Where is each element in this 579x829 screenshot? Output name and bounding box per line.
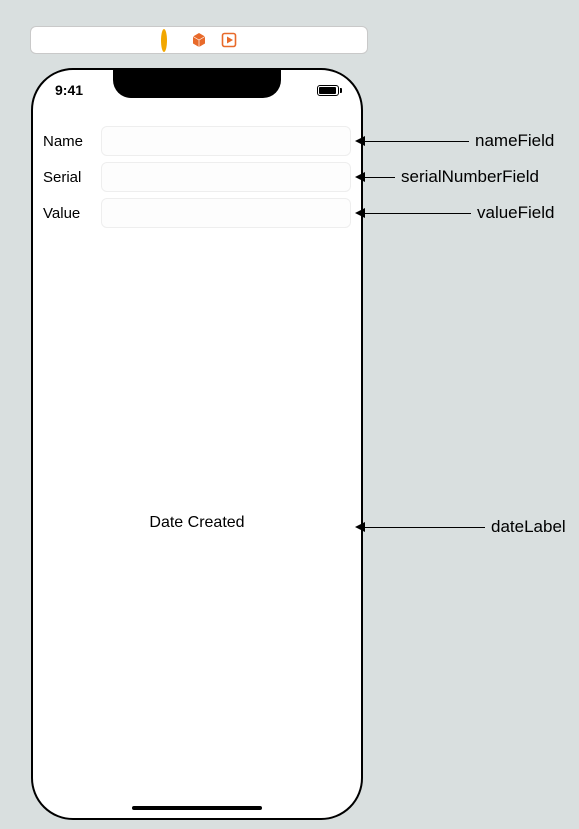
callout-line bbox=[365, 213, 471, 214]
callout-line bbox=[365, 527, 485, 528]
status-bar: 9:41 bbox=[33, 80, 361, 100]
name-field[interactable] bbox=[101, 126, 351, 156]
battery-icon bbox=[317, 85, 339, 96]
callout-line bbox=[365, 177, 395, 178]
arrow-head-icon bbox=[355, 136, 365, 146]
value-label: Value bbox=[43, 205, 93, 222]
serial-label: Serial bbox=[43, 169, 93, 186]
arrow-head-icon bbox=[355, 172, 365, 182]
name-label: Name bbox=[43, 133, 93, 150]
home-indicator bbox=[132, 806, 262, 810]
callout-label: nameField bbox=[469, 131, 554, 151]
name-row: Name bbox=[43, 126, 351, 156]
detail-view: Name Serial Value Date Created bbox=[33, 122, 361, 818]
callout-label: serialNumberField bbox=[395, 167, 539, 187]
callout-line bbox=[365, 141, 469, 142]
serial-row: Serial bbox=[43, 162, 351, 192]
serial-number-field[interactable] bbox=[101, 162, 351, 192]
status-time: 9:41 bbox=[55, 82, 83, 98]
callout-serialNumberField: serialNumberField bbox=[355, 167, 539, 187]
callout-label: dateLabel bbox=[485, 517, 566, 537]
play-square-icon bbox=[221, 32, 237, 48]
status-circle-icon bbox=[161, 32, 177, 48]
callout-nameField: nameField bbox=[355, 131, 554, 151]
arrow-head-icon bbox=[355, 522, 365, 532]
cube-icon bbox=[191, 32, 207, 48]
xcode-toolbar bbox=[30, 26, 368, 54]
callout-label: valueField bbox=[471, 203, 555, 223]
value-field[interactable] bbox=[101, 198, 351, 228]
date-label: Date Created bbox=[33, 514, 361, 532]
phone-frame: 9:41 Name Serial Value Date Created bbox=[31, 68, 363, 820]
value-row: Value bbox=[43, 198, 351, 228]
arrow-head-icon bbox=[355, 208, 365, 218]
callout-valueField: valueField bbox=[355, 203, 555, 223]
callout-dateLabel: dateLabel bbox=[355, 517, 566, 537]
